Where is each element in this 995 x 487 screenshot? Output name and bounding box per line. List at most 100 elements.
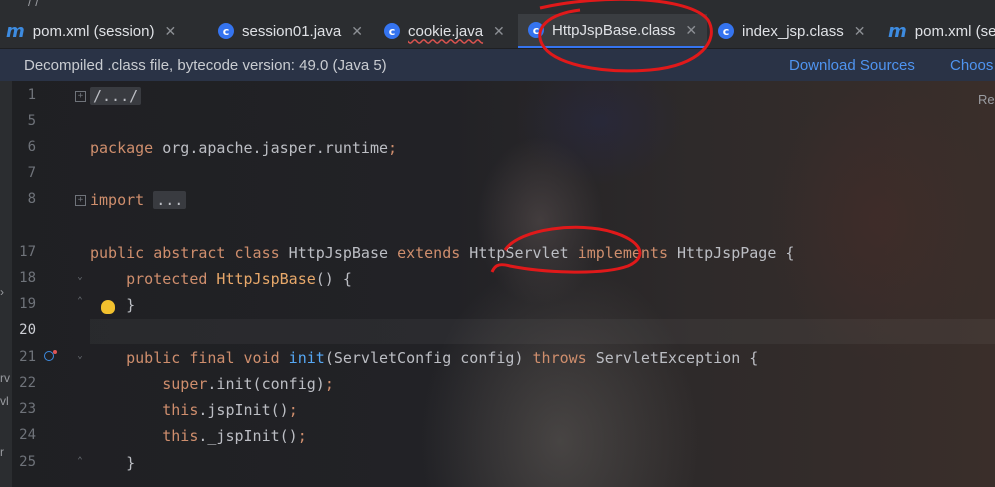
tab-label: session01.java	[242, 22, 342, 40]
semicolon: ;	[388, 139, 398, 157]
folded-header[interactable]: /.../	[90, 87, 142, 105]
java-class-icon: c	[218, 23, 234, 39]
code-line-24: this._jspInit();	[90, 427, 307, 445]
fold-collapse-icon[interactable]: ⌄	[75, 352, 85, 364]
keyword: implements	[577, 244, 668, 262]
decompiled-notice-banner: Decompiled .class file, bytecode version…	[0, 49, 995, 81]
code-text: }	[126, 296, 136, 314]
close-icon[interactable]: ✕	[164, 23, 176, 40]
top-breadcrumb: / /	[28, 0, 39, 9]
keyword: package	[90, 139, 154, 157]
semicolon: ;	[324, 375, 334, 393]
code-text: () {	[315, 270, 352, 288]
code-line-25: }	[90, 454, 135, 472]
fold-expand-icon[interactable]: +	[75, 91, 86, 102]
keyword: public final void	[126, 349, 280, 367]
tab-label: pom.xml (se	[914, 22, 995, 40]
keyword: extends	[397, 244, 461, 262]
tab-label: pom.xml (session)	[32, 22, 155, 40]
title-strip: / /	[0, 0, 995, 14]
keyword: public abstract class	[90, 244, 280, 262]
keyword: this	[162, 427, 199, 445]
line-number: 6	[27, 139, 36, 155]
code-line-17: public abstract class HttpJspBase extend…	[90, 244, 794, 262]
code-text: .init(config)	[207, 375, 325, 393]
keyword: throws	[532, 349, 587, 367]
line-number: 20	[19, 322, 36, 338]
line-number: 17	[19, 244, 36, 260]
panel-text: vl	[0, 394, 9, 408]
line-number: 22	[19, 375, 36, 391]
fold-end-icon[interactable]: ⌃	[75, 297, 85, 309]
compiled-class-icon: c	[528, 22, 544, 38]
current-line-highlight	[90, 319, 995, 344]
tab-label: HttpJspBase.class	[552, 21, 676, 39]
class-name: HttpJspBase	[279, 244, 398, 262]
line-number: 7	[27, 165, 36, 181]
chevron-right-icon[interactable]: ›	[0, 285, 4, 299]
close-icon[interactable]: ✕	[854, 23, 866, 40]
panel-text: r	[0, 445, 4, 459]
code-text: }	[126, 454, 136, 472]
java-class-icon: c	[718, 23, 734, 39]
semicolon: ;	[288, 401, 298, 419]
keyword: protected	[126, 270, 208, 288]
choose-sources-link[interactable]: Choos	[950, 57, 993, 74]
package-name: org.apache.jasper.runtime	[153, 139, 389, 157]
maven-m-icon: m	[6, 20, 25, 42]
download-sources-link[interactable]: Download Sources	[789, 57, 915, 74]
tab-session01-java[interactable]: c session01.java ✕	[218, 14, 363, 48]
code-line-23: this.jspInit();	[90, 401, 298, 419]
editor-tab-bar: m pom.xml (session) ✕ c session01.java ✕…	[0, 14, 995, 49]
reader-mode-hint[interactable]: Re	[978, 92, 995, 107]
line-number: 1	[27, 87, 36, 103]
tab-pom-xml-se[interactable]: m pom.xml (se	[888, 14, 995, 48]
code-text: .jspInit()	[198, 401, 289, 419]
superclass-name: HttpServlet	[460, 244, 578, 262]
code-text: ._jspInit()	[198, 427, 298, 445]
code-line-8: import ...	[90, 191, 187, 209]
keyword: super	[162, 375, 208, 393]
keyword: this	[162, 401, 199, 419]
fold-collapse-icon[interactable]: ⌄	[75, 273, 85, 285]
keyword: import	[90, 191, 145, 209]
code-text: (ServletConfig config)	[324, 349, 533, 367]
tab-httpjspbase-class[interactable]: c HttpJspBase.class ✕	[518, 14, 708, 48]
semicolon: ;	[297, 427, 307, 445]
line-number: 25	[19, 454, 36, 470]
left-tool-panel: rv vl r ›	[0, 81, 12, 487]
code-line-22: super.init(config);	[90, 375, 334, 393]
override-arrow-icon	[53, 350, 57, 354]
interface-name: HttpJspPage {	[668, 244, 795, 262]
line-number: 8	[27, 191, 36, 207]
close-icon[interactable]: ✕	[493, 23, 505, 40]
fold-end-icon[interactable]: ⌃	[75, 457, 85, 469]
line-number: 23	[19, 401, 36, 417]
close-icon[interactable]: ✕	[351, 23, 363, 40]
tab-label: cookie.java	[408, 22, 484, 40]
line-number: 24	[19, 427, 36, 443]
tab-cookie-java[interactable]: c cookie.java ✕	[384, 14, 505, 48]
method-name: init	[279, 349, 325, 367]
maven-m-icon: m	[888, 20, 907, 42]
tab-pom-xml-session[interactable]: m pom.xml (session) ✕	[6, 14, 176, 48]
line-number: 21	[19, 349, 36, 365]
close-icon[interactable]: ✕	[685, 22, 697, 39]
fold-expand-icon[interactable]: +	[75, 195, 86, 206]
line-number: 19	[19, 296, 36, 312]
line-number: 5	[27, 113, 36, 129]
tab-index-jsp-class[interactable]: c index_jsp.class ✕	[718, 14, 865, 48]
code-text: ServletException {	[586, 349, 759, 367]
code-line-6: package org.apache.jasper.runtime;	[90, 139, 397, 157]
code-line-21: public final void init(ServletConfig con…	[90, 349, 758, 367]
code-line-19: }	[90, 296, 135, 314]
line-number: 18	[19, 270, 36, 286]
code-line-1: /.../	[90, 87, 142, 105]
constructor-name: HttpJspBase	[207, 270, 316, 288]
folded-imports[interactable]: ...	[153, 191, 187, 209]
panel-text: rv	[0, 371, 10, 385]
banner-message: Decompiled .class file, bytecode version…	[24, 56, 387, 74]
java-class-icon: c	[384, 23, 400, 39]
code-line-18: protected HttpJspBase() {	[90, 270, 352, 288]
tab-label: index_jsp.class	[742, 22, 844, 40]
